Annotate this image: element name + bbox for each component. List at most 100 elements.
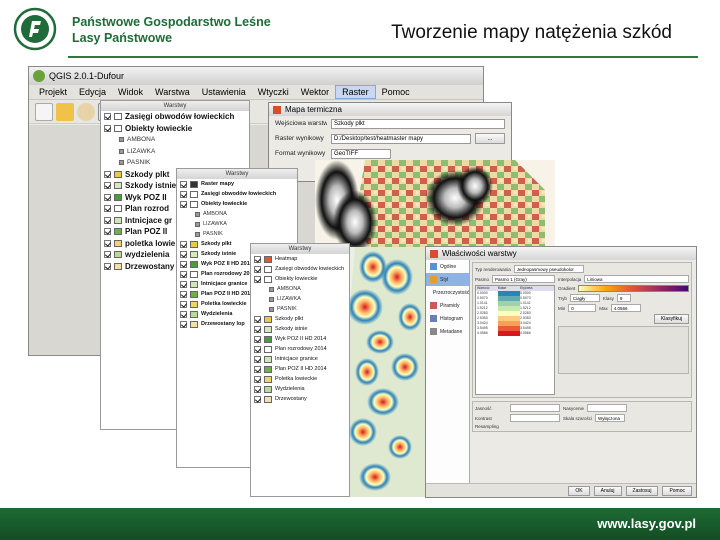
layer-item[interactable]: PASNIK (251, 304, 349, 314)
color-ramp-select[interactable] (578, 285, 689, 292)
new-project-icon[interactable] (35, 102, 53, 121)
layer-item[interactable]: LIZAWKA (101, 146, 249, 158)
layer-item[interactable]: AMBONA (251, 284, 349, 294)
layer-item[interactable]: Szkody plkt (251, 314, 349, 324)
layer-visibility-checkbox[interactable] (180, 250, 187, 258)
menu-raster[interactable]: Raster (335, 85, 376, 99)
layer-visibility-checkbox[interactable] (254, 325, 261, 333)
layer-visibility-checkbox[interactable] (104, 170, 111, 178)
row-color-swatch[interactable] (498, 331, 520, 336)
layer-visibility-checkbox[interactable] (254, 385, 261, 393)
contrast-slider[interactable] (510, 414, 560, 422)
interpolation-select[interactable]: Liniowa (584, 275, 689, 283)
layer-visibility-checkbox[interactable] (104, 113, 111, 121)
layer-item[interactable]: Zasięgi obwodów łowieckich (251, 264, 349, 274)
layer-item[interactable]: Zasięgi obwodów łowieckich (101, 111, 249, 123)
properties-tab-4[interactable]: Histogram (426, 312, 469, 325)
layer-visibility-checkbox[interactable] (254, 355, 261, 363)
properties-tab-2[interactable]: Przezroczystość (426, 286, 469, 299)
band-select[interactable]: Pasmo 1 (Gray) (492, 275, 555, 283)
layer-item[interactable]: Zasięgi obwodów łowieckich (177, 189, 297, 199)
heatmap-color-map[interactable] (345, 247, 430, 497)
heatmap-grayscale-map[interactable] (315, 160, 555, 260)
layer-visibility-checkbox[interactable] (254, 375, 261, 383)
classify-button[interactable]: Klasyfikuj (653, 314, 689, 324)
menu-wektor[interactable]: Wektor (295, 85, 335, 99)
layer-visibility-checkbox[interactable] (104, 239, 111, 247)
layer-item[interactable]: Obiekty łowieckie (251, 274, 349, 284)
layer-item[interactable]: Heatmap (251, 254, 349, 264)
menu-pomoc[interactable]: Pomoc (376, 85, 416, 99)
mode-select[interactable]: Ciągły (569, 294, 600, 302)
layer-visibility-checkbox[interactable] (180, 180, 187, 188)
menu-projekt[interactable]: Projekt (33, 85, 73, 99)
properties-tab-0[interactable]: Ogólne (426, 260, 469, 273)
layer-visibility-checkbox[interactable] (254, 395, 261, 403)
output-raster-input[interactable]: D:/Desktop/test/heatmaster mapy (331, 133, 471, 144)
properties-tab-3[interactable]: Piramidy (426, 299, 469, 312)
layer-visibility-checkbox[interactable] (254, 275, 261, 283)
pan-hand-icon[interactable] (77, 102, 95, 121)
dialog-button-5[interactable]: Anuluj (593, 486, 622, 496)
dialog-button-6[interactable]: Zastosuj (625, 486, 659, 496)
layer-item[interactable]: Poletka lowieckie (251, 374, 349, 384)
menu-wtyczki[interactable]: Wtyczki (252, 85, 295, 99)
layer-visibility-checkbox[interactable] (254, 255, 261, 263)
max-input[interactable]: 4.0566 (610, 304, 641, 312)
layer-visibility-checkbox[interactable] (180, 310, 187, 318)
layer-visibility-checkbox[interactable] (104, 216, 111, 224)
menu-edycja[interactable]: Edycja (73, 85, 112, 99)
layer-visibility-checkbox[interactable] (104, 251, 111, 259)
layer-visibility-checkbox[interactable] (104, 182, 111, 190)
layer-visibility-checkbox[interactable] (180, 240, 187, 248)
layer-item[interactable]: Obiekty łowieckie (101, 123, 249, 135)
properties-tab-1[interactable]: Styl (426, 273, 469, 286)
classes-input[interactable]: 9 (616, 294, 631, 302)
layer-visibility-checkbox[interactable] (180, 300, 187, 308)
grayscale-select[interactable]: Wyłączona (595, 414, 626, 422)
layer-item[interactable]: LIZAWKA (251, 294, 349, 304)
layer-visibility-checkbox[interactable] (254, 345, 261, 353)
layer-visibility-checkbox[interactable] (104, 228, 111, 236)
layer-item[interactable]: Plan POZ II HD 2014 (251, 364, 349, 374)
layer-visibility-checkbox[interactable] (180, 280, 187, 288)
layer-item[interactable]: AMBONA (177, 209, 297, 219)
properties-tab-5[interactable]: Metadane (426, 325, 469, 338)
layer-visibility-checkbox[interactable] (104, 262, 111, 270)
layer-item[interactable]: PASNIK (177, 229, 297, 239)
layer-item[interactable]: Wyk POZ II HD 2014 (251, 334, 349, 344)
layer-item[interactable]: Szkody istnie (251, 324, 349, 334)
layer-item[interactable]: AMBONA (101, 134, 249, 146)
layer-visibility-checkbox[interactable] (254, 315, 261, 323)
output-format-select[interactable]: GeoTIFF (331, 148, 391, 159)
menu-ustawienia[interactable]: Ustawienia (196, 85, 252, 99)
brightness-slider[interactable] (510, 404, 560, 412)
layer-item[interactable]: LIZAWKA (177, 219, 297, 229)
color-map-table[interactable]: Wartość Kolor Etykieta 0.0000 0.0000 0.507… (475, 285, 555, 395)
menu-warstwa[interactable]: Warstwa (149, 85, 196, 99)
layer-visibility-checkbox[interactable] (254, 335, 261, 343)
layer-visibility-checkbox[interactable] (104, 124, 111, 132)
layer-visibility-checkbox[interactable] (180, 200, 187, 208)
layer-visibility-checkbox[interactable] (254, 365, 261, 373)
layer-visibility-checkbox[interactable] (104, 193, 111, 201)
menu-widok[interactable]: Widok (112, 85, 149, 99)
layer-item[interactable]: Wydzielenia (251, 384, 349, 394)
min-input[interactable]: 0 (568, 304, 597, 312)
layer-visibility-checkbox[interactable] (254, 265, 261, 273)
dialog-button-4[interactable]: OK (568, 486, 590, 496)
layer-visibility-checkbox[interactable] (180, 190, 187, 198)
table-row[interactable]: 4.0566 4.0566 (476, 331, 554, 336)
layer-visibility-checkbox[interactable] (180, 290, 187, 298)
layer-item[interactable]: PASNIK (101, 157, 249, 169)
layer-visibility-checkbox[interactable] (180, 260, 187, 268)
layer-visibility-checkbox[interactable] (180, 320, 187, 328)
browse-button[interactable]: ... (475, 133, 505, 144)
open-folder-icon[interactable] (56, 102, 74, 121)
layer-item[interactable]: Plan rozrodowy 2014 (251, 344, 349, 354)
layer-item[interactable]: Raster mapy (177, 179, 297, 189)
layer-visibility-checkbox[interactable] (104, 205, 111, 213)
layer-item[interactable]: Obiekty łowieckie (177, 199, 297, 209)
layer-item[interactable]: Drzewostany (251, 394, 349, 404)
render-type-select[interactable]: Jednopasmowy pseudokolor (513, 265, 584, 273)
